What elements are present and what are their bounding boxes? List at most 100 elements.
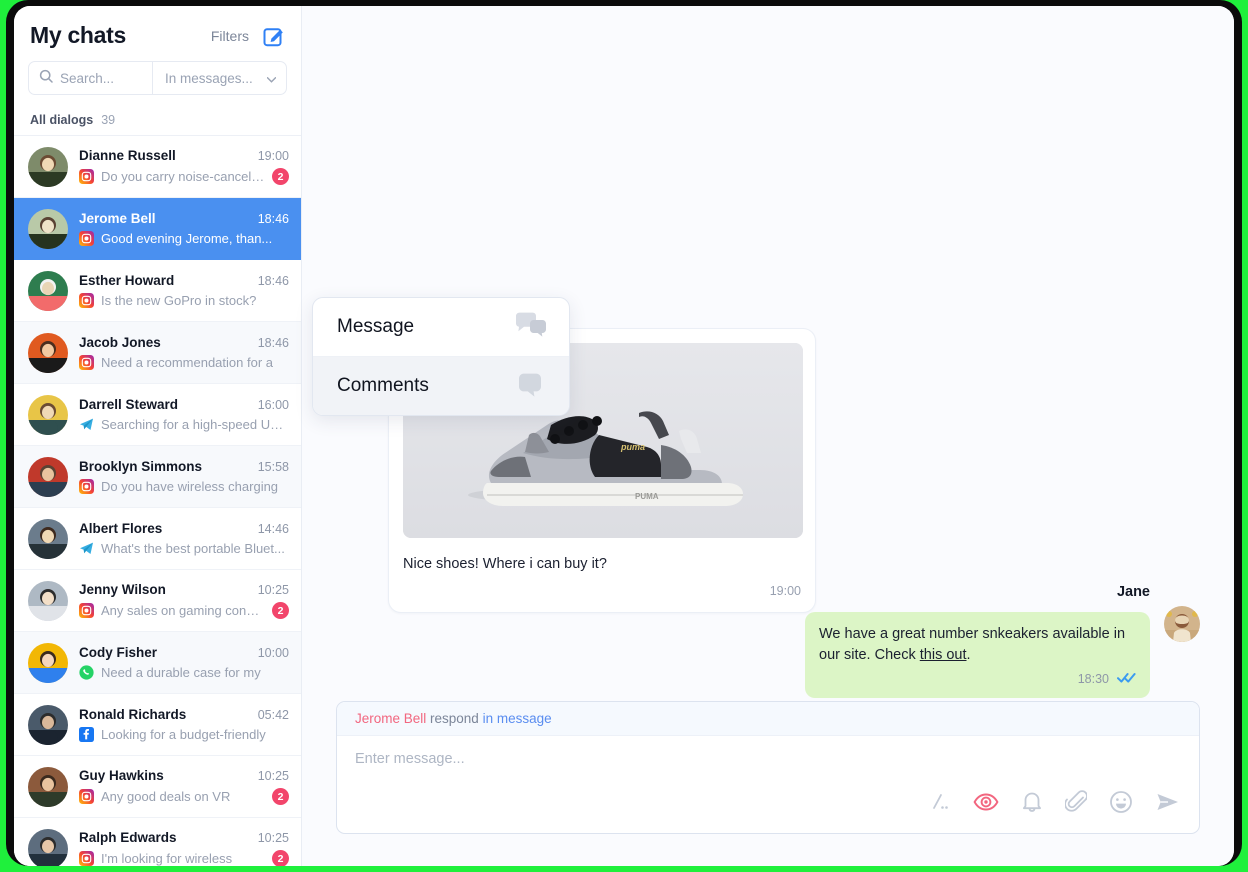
chat-item-body: Jacob Jones18:46Need a recommendation fo… — [79, 335, 289, 370]
avatar — [28, 395, 68, 435]
chat-list-item[interactable]: Brooklyn Simmons15:58Do you have wireles… — [14, 446, 301, 508]
outgoing-meta: 18:30 — [819, 670, 1136, 688]
chat-item-name: Dianne Russell — [79, 148, 176, 163]
telegram-icon — [79, 417, 94, 432]
outgoing-column: Jane We have a great number snkeakers av… — [805, 584, 1150, 698]
chat-list-item[interactable]: Darrell Steward16:00Searching for a high… — [14, 384, 301, 446]
chat-item-bottom-row: Searching for a high-speed USB- — [79, 417, 289, 432]
filters-button[interactable]: Filters — [211, 28, 249, 44]
chat-list-item[interactable]: Albert Flores14:46 What's the best portab… — [14, 508, 301, 570]
chat-list-item[interactable]: Guy Hawkins10:25 Any good deals on VR2 — [14, 756, 301, 818]
avatar — [28, 457, 68, 497]
outgoing-message-text: We have a great number snkeakers availab… — [819, 624, 1136, 666]
chat-item-bottom-row: Any good deals on VR2 — [79, 788, 289, 805]
chat-item-preview: Searching for a high-speed USB- — [101, 417, 289, 432]
device-frame: My chats Filters — [6, 0, 1242, 866]
chat-item-top-row: Guy Hawkins10:25 — [79, 768, 289, 783]
paperclip-icon[interactable] — [1065, 790, 1087, 819]
chat-item-body: Guy Hawkins10:25 Any good deals on VR2 — [79, 768, 289, 805]
chat-list-item[interactable]: Ronald Richards05:42Looking for a budget… — [14, 694, 301, 756]
chat-item-name: Ronald Richards — [79, 707, 186, 722]
instagram-icon — [79, 293, 94, 308]
instagram-icon — [79, 603, 94, 618]
chat-item-bottom-row: Good evening Jerome, than... — [79, 231, 289, 246]
all-dialogs-header[interactable]: All dialogs 39 — [14, 107, 301, 136]
emoji-smiley-icon[interactable] — [1109, 790, 1133, 819]
compose-edit-icon[interactable] — [263, 25, 285, 47]
chat-item-bottom-row: Do you have wireless charging — [79, 479, 289, 494]
avatar — [28, 643, 68, 683]
double-check-icon — [1117, 670, 1136, 688]
chat-item-time: 18:46 — [258, 336, 289, 350]
instagram-icon — [79, 231, 94, 246]
chat-list-item[interactable]: Cody Fisher10:00Need a durable case for … — [14, 632, 301, 694]
chat-list[interactable]: Dianne Russell19:00 Do you carry noise-ca… — [14, 136, 301, 866]
chat-list-item[interactable]: Dianne Russell19:00 Do you carry noise-ca… — [14, 136, 301, 198]
chat-list-item[interactable]: Ralph Edwards10:25I'm looking for wirele… — [14, 818, 301, 866]
instagram-icon — [79, 169, 94, 184]
svg-text:PUMA: PUMA — [635, 492, 659, 501]
incoming-message-text: Nice shoes! Where i can buy it? — [403, 554, 801, 574]
facebook-icon — [79, 727, 94, 742]
popup-item-comments-label: Comments — [337, 375, 429, 397]
chat-item-bottom-row: I'm looking for wireless2 — [79, 850, 289, 866]
outgoing-link[interactable]: this out — [920, 647, 967, 663]
chat-item-name: Cody Fisher — [79, 645, 157, 660]
search-input[interactable] — [60, 71, 142, 86]
avatar — [28, 333, 68, 373]
chat-item-name: Darrell Steward — [79, 397, 178, 412]
chat-item-preview: Do you carry noise-cancelling — [101, 169, 265, 184]
chat-item-time: 10:25 — [258, 583, 289, 597]
chat-item-top-row: Esther Howard18:46 — [79, 273, 289, 288]
avatar — [28, 829, 68, 867]
message-composer: Jerome Bell respond in message — [336, 701, 1200, 834]
chat-item-top-row: Albert Flores14:46 — [79, 521, 289, 536]
avatar — [28, 581, 68, 621]
chat-item-body: Ronald Richards05:42Looking for a budget… — [79, 707, 289, 742]
chat-list-item[interactable]: Jacob Jones18:46Need a recommendation fo… — [14, 322, 301, 384]
message-scroll-area[interactable]: Jerome — [302, 6, 1234, 701]
message-input[interactable] — [355, 751, 1181, 767]
chat-item-bottom-row: Looking for a budget-friendly — [79, 727, 289, 742]
chat-item-time: 15:58 — [258, 460, 289, 474]
avatar — [28, 705, 68, 745]
chat-item-time: 10:25 — [258, 831, 289, 845]
bell-icon[interactable] — [1021, 790, 1043, 819]
instagram-icon — [79, 851, 94, 866]
chat-item-preview: Is the new GoPro in stock? — [101, 293, 289, 308]
chat-item-preview: Need a recommendation for a — [101, 355, 289, 370]
chat-item-bottom-row: What's the best portable Bluet... — [79, 541, 289, 556]
chat-item-name: Guy Hawkins — [79, 768, 164, 783]
popup-item-comments[interactable]: Comments — [313, 356, 569, 415]
search-field-wrap[interactable] — [29, 62, 153, 94]
popup-item-message[interactable]: Message — [313, 298, 569, 356]
template-slash-icon[interactable] — [927, 790, 951, 819]
outgoing-timestamp: 18:30 — [1078, 672, 1109, 686]
sidebar-header: My chats Filters — [14, 6, 301, 59]
search-scope-dropdown[interactable]: In messages... — [153, 62, 286, 94]
chat-list-item[interactable]: Jerome Bell18:46Good evening Jerome, tha… — [14, 198, 301, 260]
conversation-panel: Jerome — [302, 6, 1234, 866]
composer-wrap: Jerome Bell respond in message — [302, 701, 1234, 866]
chat-list-item[interactable]: Jenny Wilson10:25Any sales on gaming con… — [14, 570, 301, 632]
jane-avatar — [1164, 606, 1200, 642]
chat-item-time: 14:46 — [258, 522, 289, 536]
composer-body — [337, 736, 1199, 780]
send-icon[interactable] — [1155, 790, 1181, 819]
chat-list-item[interactable]: Esther Howard18:46 Is the new GoPro in st… — [14, 260, 301, 322]
all-dialogs-count: 39 — [101, 113, 115, 127]
chat-item-body: Dianne Russell19:00 Do you carry noise-ca… — [79, 148, 289, 185]
search-scope-label: In messages... — [165, 71, 253, 86]
chat-item-body: Brooklyn Simmons15:58Do you have wireles… — [79, 459, 289, 494]
all-dialogs-label: All dialogs — [30, 113, 93, 127]
chat-item-preview: I'm looking for wireless — [101, 851, 265, 866]
chat-item-name: Jerome Bell — [79, 211, 156, 226]
chat-item-name: Esther Howard — [79, 273, 174, 288]
chat-item-top-row: Dianne Russell19:00 — [79, 148, 289, 163]
search-bar: In messages... — [28, 61, 287, 95]
instagram-icon — [79, 479, 94, 494]
eye-icon[interactable] — [973, 791, 999, 818]
chat-item-preview: Do you have wireless charging — [101, 479, 289, 494]
unread-badge: 2 — [272, 168, 289, 185]
reply-channel[interactable]: in message — [483, 711, 552, 726]
